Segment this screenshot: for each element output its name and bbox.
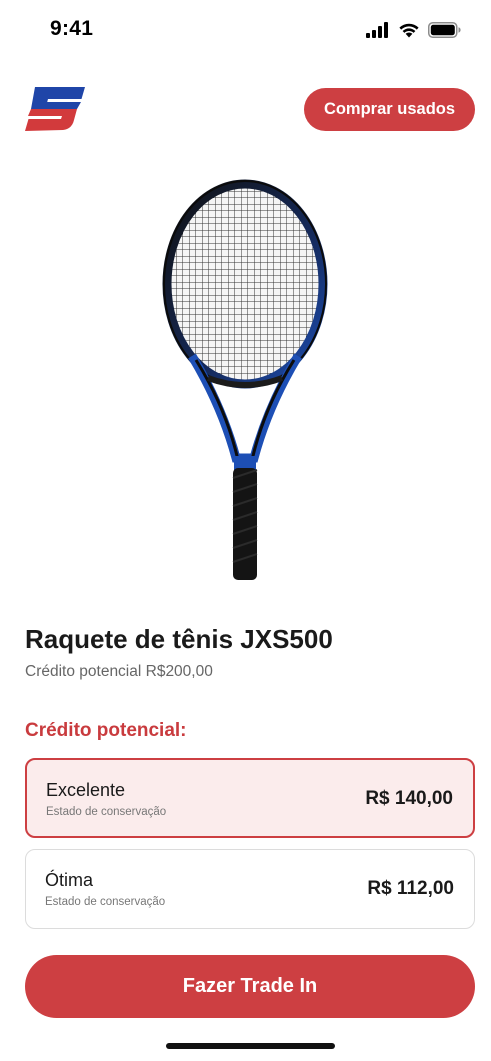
status-time: 9:41 [50,17,94,40]
option-price: R$ 112,00 [367,878,454,899]
buy-used-button[interactable]: Comprar usados [304,88,475,131]
option-subtitle: Estado de conservação [46,806,167,818]
status-icons [366,22,461,38]
brand-logo[interactable] [25,87,87,131]
battery-icon [428,22,461,38]
option-subtitle: Estado de conservação [45,896,166,908]
signal-icon [366,22,388,38]
condition-option-excelente[interactable]: Excelente Estado de conservação R$ 140,0… [25,758,475,838]
status-bar: 9:41 [0,0,491,62]
condition-option-otima[interactable]: Ótima Estado de conservação R$ 112,00 [25,849,475,929]
wifi-icon [399,23,419,38]
trade-in-button[interactable]: Fazer Trade In [25,955,475,1018]
tennis-racket-image [150,178,340,586]
product-title: Raquete de tênis JXS500 [25,624,333,654]
product-potential-credit: Crédito potencial R$200,00 [25,663,213,680]
option-price: R$ 140,00 [365,788,453,809]
option-name: Excelente [46,780,126,800]
product-screen: 9:41 Comprar usados Raquete de tênis JXS… [0,0,491,1061]
option-name: Ótima [45,870,94,890]
home-indicator[interactable] [166,1043,335,1049]
credit-section-title: Crédito potencial: [25,720,187,741]
